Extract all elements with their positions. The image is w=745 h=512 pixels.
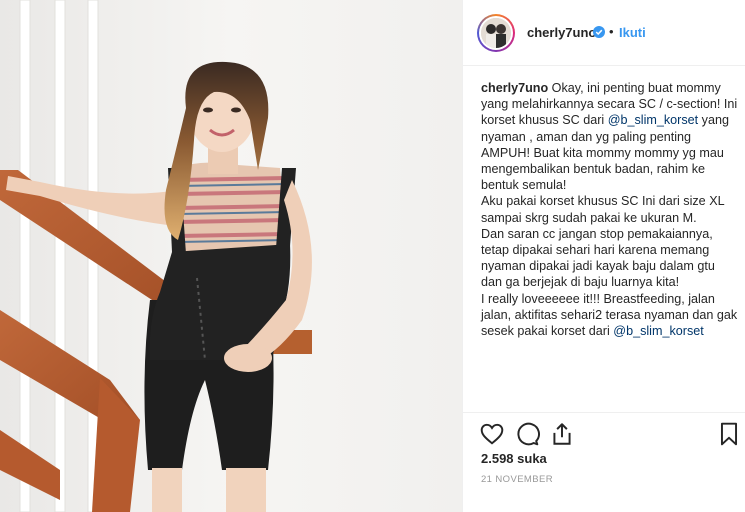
caption-mention-2[interactable]: @b_slim_korset xyxy=(613,324,703,338)
caption-mention-1[interactable]: @b_slim_korset xyxy=(608,113,698,127)
heart-icon[interactable] xyxy=(479,421,505,447)
avatar-ring xyxy=(479,16,513,50)
caption-paragraph-2: Aku pakai korset khusus SC Ini dari size… xyxy=(481,194,728,225)
share-icon[interactable] xyxy=(549,421,575,447)
caption-paragraph-1: cherly7uno Okay, ini penting buat mommy … xyxy=(481,80,739,193)
verified-badge-icon xyxy=(593,26,605,38)
author-avatar[interactable] xyxy=(477,14,515,52)
post-caption: cherly7uno Okay, ini penting buat mommy … xyxy=(481,80,739,339)
post-header: cherly7uno • Ikuti xyxy=(463,0,745,66)
post-photo[interactable] xyxy=(0,0,462,512)
avatar-photo xyxy=(481,18,511,48)
author-username[interactable]: cherly7uno xyxy=(527,25,596,40)
comment-icon[interactable] xyxy=(514,421,540,447)
caption-paragraph-4: I really loveeeeee it!!! Breastfeeding, … xyxy=(481,291,739,340)
like-count[interactable]: 2.598 suka xyxy=(481,451,547,466)
bookmark-icon[interactable] xyxy=(716,421,742,447)
post-image xyxy=(0,0,462,512)
caption-paragraph-3: Dan saran cc jangan stop pemakaiannya, t… xyxy=(481,226,719,290)
caption-username[interactable]: cherly7uno xyxy=(481,81,548,95)
follow-button[interactable]: Ikuti xyxy=(619,25,646,40)
instagram-post: cherly7uno • Ikuti cherly7uno Okay, ini … xyxy=(0,0,745,512)
post-sidebar: cherly7uno • Ikuti cherly7uno Okay, ini … xyxy=(462,0,745,512)
post-actions: 2.598 suka 21 NOVEMBER xyxy=(463,412,745,512)
separator-dot: • xyxy=(609,24,614,39)
post-date[interactable]: 21 NOVEMBER xyxy=(481,474,553,485)
avatar-image xyxy=(481,18,511,48)
